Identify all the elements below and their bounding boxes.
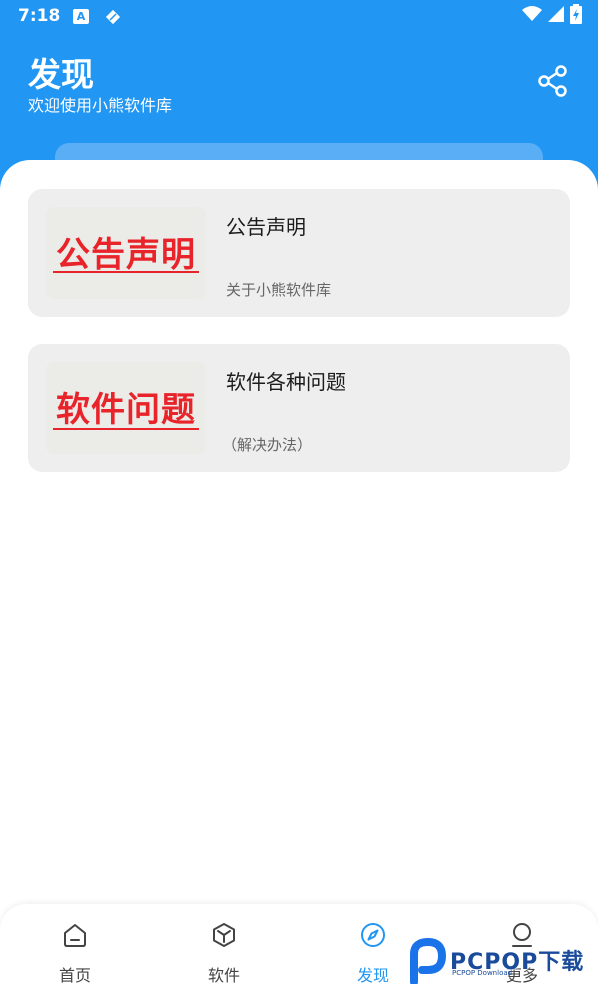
watermark: PCPOP下载 PCPOP Download [406,936,598,986]
status-bar: 7:18 A [0,0,598,34]
cube-icon [213,923,235,947]
a-badge-icon: A [73,9,89,24]
share-button[interactable] [536,64,570,98]
signal-icon [548,6,564,26]
system-status-icons [522,4,582,28]
card-title: 软件各种问题 [226,370,346,394]
nav-label: 首页 [58,966,91,985]
watermark-subtext: PCPOP Download [452,969,513,977]
card-announcement[interactable]: 公告声明 公告声明 关于小熊软件库 [28,189,570,317]
thumbnail-underline [53,428,199,430]
pcpop-logo-icon [410,938,447,984]
page-subtitle: 欢迎使用小熊软件库 [28,96,173,115]
wifi-icon [522,6,542,26]
status-time: 7:18 [18,6,61,26]
card-thumbnail: 公告声明 [46,207,206,299]
nav-item-software[interactable]: 软件 [174,904,274,998]
share-icon [538,65,567,97]
card-description: 关于小熊软件库 [226,281,332,299]
page-title: 发现 [28,55,94,94]
nav-label: 软件 [207,966,240,985]
card-software-issues[interactable]: 软件问题 软件各种问题 （解决办法） [28,344,570,472]
card-title: 公告声明 [226,215,306,239]
thumbnail-underline [53,271,199,273]
home-icon [64,924,86,947]
diamond-icon [104,8,122,30]
card-thumbnail: 软件问题 [46,362,206,454]
thumbnail-text: 公告声明 [56,235,196,275]
battery-charging-icon [570,4,582,28]
thumbnail-text: 软件问题 [56,390,196,430]
compass-icon [361,923,385,947]
card-description: （解决办法） [222,436,313,454]
nav-item-home[interactable]: 首页 [25,904,125,998]
